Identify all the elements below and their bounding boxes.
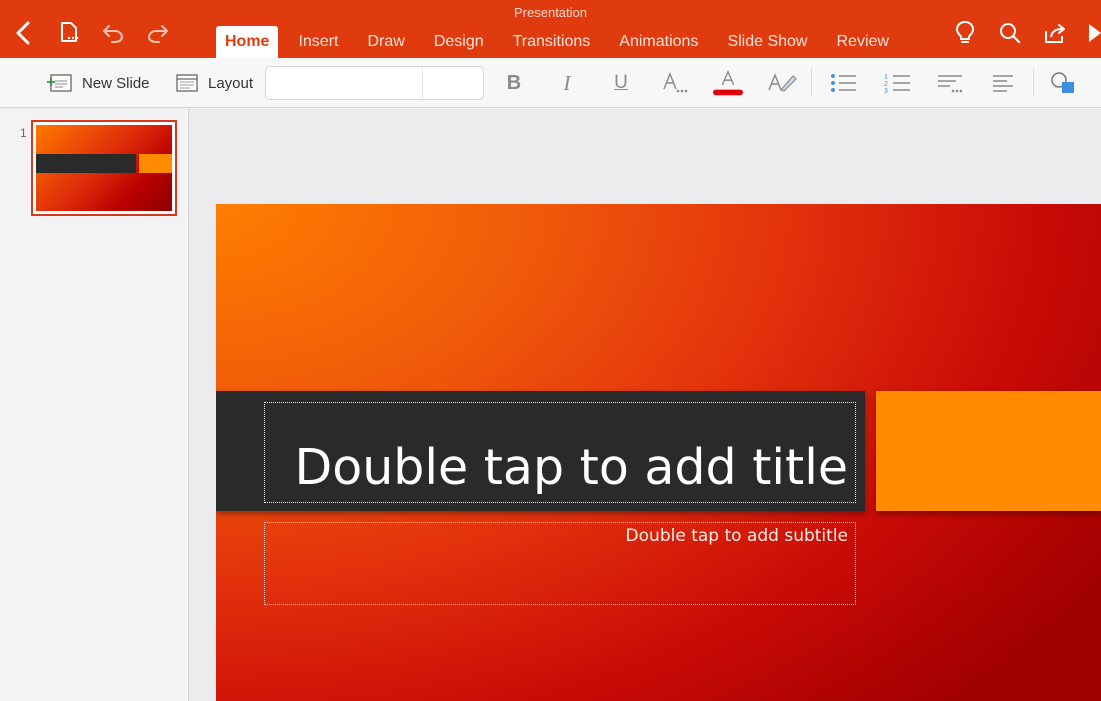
slide[interactable]: Double tap to add title Double tap to ad…: [216, 204, 1101, 701]
subtitle-placeholder[interactable]: Double tap to add subtitle: [264, 522, 856, 605]
shapes-icon: [1051, 72, 1074, 93]
toolbar-divider-2: [1033, 68, 1034, 96]
bullets-list-icon: [831, 74, 856, 92]
tab-insert[interactable]: Insert: [289, 26, 347, 58]
back-chevron-icon[interactable]: [8, 18, 38, 48]
font-color-icon: [713, 69, 743, 96]
align-left-icon: [993, 75, 1013, 92]
tab-slide-show[interactable]: Slide Show: [718, 26, 816, 58]
subtitle-placeholder-text: Double tap to add subtitle: [625, 526, 848, 546]
thumbnail-number: 1: [20, 126, 27, 140]
align-left-button[interactable]: [988, 69, 1018, 97]
thumbnail-preview: [36, 125, 172, 211]
home-toolbar: New Slide Layout B I U 123: [0, 58, 1101, 108]
slide-thumbnail-panel: 1: [0, 109, 189, 701]
share-icon[interactable]: [1040, 18, 1070, 48]
italic-icon: I: [563, 70, 571, 95]
numbered-list-icon: 123: [884, 74, 910, 95]
toolbar-divider: [811, 68, 812, 96]
layout-button[interactable]: Layout: [175, 70, 253, 96]
layout-label: Layout: [208, 74, 254, 92]
tab-home[interactable]: Home: [216, 26, 279, 58]
slide-thumbnail[interactable]: [31, 120, 177, 216]
font-color-button[interactable]: [713, 69, 743, 97]
bold-button[interactable]: B: [499, 69, 529, 97]
new-slide-icon: [47, 74, 72, 92]
layout-icon: [176, 74, 198, 92]
file-menu-icon[interactable]: [54, 18, 84, 48]
bullets-button[interactable]: [828, 69, 858, 97]
thumbnail-title-band: [36, 154, 136, 173]
tab-review[interactable]: Review: [827, 26, 897, 58]
text-highlight-icon: [768, 72, 797, 92]
title-placeholder-text: Double tap to add title: [294, 439, 849, 496]
underline-button[interactable]: U: [606, 69, 636, 97]
orange-accent-block: [876, 391, 1101, 511]
bold-icon: B: [506, 71, 522, 94]
font-selector[interactable]: [265, 66, 484, 100]
search-icon[interactable]: [995, 18, 1025, 48]
svg-text:1: 1: [884, 74, 888, 81]
font-box-divider: [422, 68, 423, 98]
thumbnail-orange-block: [139, 154, 172, 173]
ribbon-tabs: Home Insert Draw Design Transitions Anim…: [216, 26, 909, 58]
tab-animations[interactable]: Animations: [610, 26, 707, 58]
text-highlight-button[interactable]: [767, 69, 797, 97]
indent-options-icon: [938, 75, 963, 93]
tab-transitions[interactable]: Transitions: [504, 26, 600, 58]
svg-text:3: 3: [884, 88, 888, 95]
tab-draw[interactable]: Draw: [358, 26, 413, 58]
new-slide-label: New Slide: [82, 74, 150, 92]
text-effects-icon: [663, 71, 688, 93]
new-slide-button[interactable]: New Slide: [46, 70, 150, 96]
italic-button[interactable]: I: [552, 69, 582, 97]
title-placeholder[interactable]: Double tap to add title: [264, 402, 856, 503]
svg-text:2: 2: [884, 81, 888, 88]
undo-icon[interactable]: [98, 18, 128, 48]
numbering-button[interactable]: 123: [882, 69, 912, 97]
underline-icon: U: [614, 72, 628, 93]
redo-icon[interactable]: [143, 18, 173, 48]
indent-options-button[interactable]: [935, 69, 965, 97]
lightbulb-icon[interactable]: [950, 18, 980, 48]
play-icon[interactable]: [1084, 18, 1101, 48]
text-effects-button[interactable]: [660, 69, 690, 97]
tab-design[interactable]: Design: [425, 26, 493, 58]
shapes-button[interactable]: [1048, 69, 1078, 97]
ribbon-bar: Presentation Home Insert Draw Design Tra…: [0, 0, 1101, 58]
